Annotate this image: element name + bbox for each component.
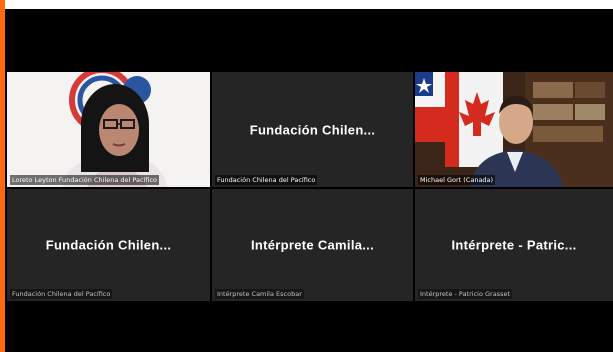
gallery-view: Loreto Leyton Fundación Chilena del Pací…: [5, 9, 613, 352]
participant-display-name: Intérprete - Patric...: [451, 237, 577, 253]
top-bar: [0, 0, 613, 9]
video-tile-fundacion-1[interactable]: Fundación Chilen... Fundación Chilena de…: [212, 72, 413, 187]
participant-display-name: Intérprete Camila...: [250, 237, 375, 253]
participant-name-label: Fundación Chilena del Pacífico: [10, 289, 113, 299]
participant-display-name: Fundación Chilen...: [249, 122, 376, 137]
video-tile-loreto[interactable]: Loreto Leyton Fundación Chilena del Pací…: [7, 72, 210, 187]
video-tile-interprete-patricio[interactable]: Intérprete - Patric... Intérprete - Patr…: [415, 189, 613, 301]
participant-name-label: Michael Gort (Canada): [418, 175, 496, 185]
participant-video-man: [415, 72, 613, 187]
participant-display-name: Fundación Chilen...: [45, 237, 172, 253]
participant-name-label: Intérprete Camila Escobar: [215, 289, 304, 299]
participant-video-woman: [7, 72, 210, 187]
participant-name-label: Loreto Leyton Fundación Chilena del Pací…: [10, 175, 160, 185]
video-tile-michael[interactable]: Michael Gort (Canada): [415, 72, 613, 187]
video-tile-interprete-camila[interactable]: Intérprete Camila... Intérprete Camila E…: [212, 189, 413, 301]
video-tile-fundacion-2[interactable]: Fundación Chilen... Fundación Chilena de…: [7, 189, 210, 301]
participant-name-label: Fundación Chilena del Pacífico: [215, 175, 318, 185]
participant-name-label: Intérprete - Patricio Grasset: [418, 289, 513, 299]
